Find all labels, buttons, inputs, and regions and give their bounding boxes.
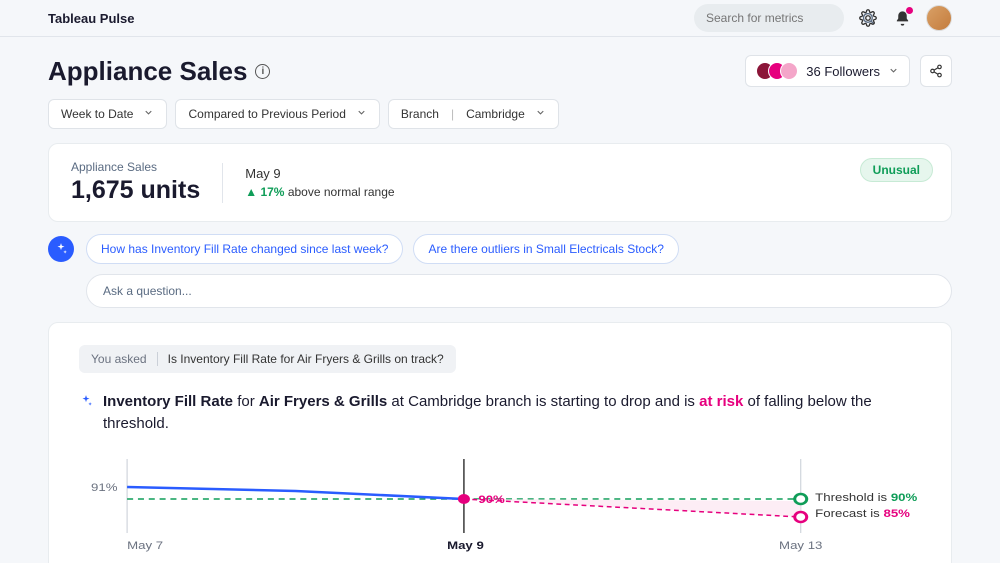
suggestion-chip[interactable]: How has Inventory Fill Rate changed sinc… <box>86 234 403 264</box>
svg-text:May 13: May 13 <box>779 539 823 552</box>
share-button[interactable] <box>920 55 952 87</box>
gear-icon[interactable] <box>858 8 878 28</box>
svg-text:Forecast is 85%: Forecast is 85% <box>815 507 910 520</box>
metric-value: 1,675 units <box>71 176 200 205</box>
status-badge: Unusual <box>860 158 933 182</box>
ai-sparkle-icon[interactable] <box>48 236 74 262</box>
info-icon[interactable]: i <box>255 64 270 79</box>
followers-count: 36 Followers <box>806 64 880 79</box>
ask-input[interactable]: Ask a question... <box>86 274 952 308</box>
chevron-down-icon <box>888 64 899 79</box>
suggestion-chip[interactable]: Are there outliers in Small Electricals … <box>413 234 678 264</box>
you-asked-label: You asked <box>91 352 147 366</box>
chevron-down-icon <box>356 107 367 121</box>
compare-filter[interactable]: Compared to Previous Period <box>175 99 379 129</box>
metric-date: May 9 <box>245 166 394 181</box>
branch-filter-label: Branch <box>401 107 439 121</box>
sparkle-icon <box>79 394 93 411</box>
metric-label: Appliance Sales <box>71 160 200 174</box>
page-title: Appliance Sales i <box>48 56 270 87</box>
page-title-text: Appliance Sales <box>48 56 247 87</box>
svg-text:91%: 91% <box>91 481 118 494</box>
compare-filter-label: Compared to Previous Period <box>188 107 345 121</box>
bell-icon[interactable] <box>892 8 912 28</box>
search-box[interactable] <box>694 4 844 32</box>
insight-text: Inventory Fill Rate for Air Fryers & Gri… <box>103 391 921 435</box>
svg-text:May 9: May 9 <box>447 539 484 552</box>
svg-text:90%: 90% <box>478 493 505 506</box>
metric-card: Appliance Sales 1,675 units May 9 ▲ 17% … <box>48 143 952 222</box>
followers-button[interactable]: 36 Followers <box>745 55 910 87</box>
follower-avatars <box>756 62 798 80</box>
insight-card: You asked Is Inventory Fill Rate for Air… <box>48 322 952 563</box>
chevron-down-icon <box>535 107 546 121</box>
filter-separator: | <box>451 107 454 121</box>
branch-filter-value: Cambridge <box>466 107 525 121</box>
svg-text:Threshold is 90%: Threshold is 90% <box>815 491 917 504</box>
you-asked-pill: You asked Is Inventory Fill Rate for Air… <box>79 345 456 373</box>
metric-delta: ▲ 17% above normal range <box>245 185 394 199</box>
period-filter-label: Week to Date <box>61 107 133 121</box>
brand: Tableau Pulse <box>48 11 134 26</box>
period-filter[interactable]: Week to Date <box>48 99 167 129</box>
you-asked-question: Is Inventory Fill Rate for Air Fryers & … <box>168 352 444 366</box>
user-avatar[interactable] <box>926 5 952 31</box>
search-input[interactable] <box>706 11 861 25</box>
chevron-down-icon <box>143 107 154 121</box>
branch-filter[interactable]: Branch | Cambridge <box>388 99 559 129</box>
divider <box>157 352 158 366</box>
notification-dot <box>906 7 913 14</box>
chart: 91% 90% May 7 May 9 May 13 Threshold is … <box>79 451 921 557</box>
svg-text:May 7: May 7 <box>127 539 163 552</box>
